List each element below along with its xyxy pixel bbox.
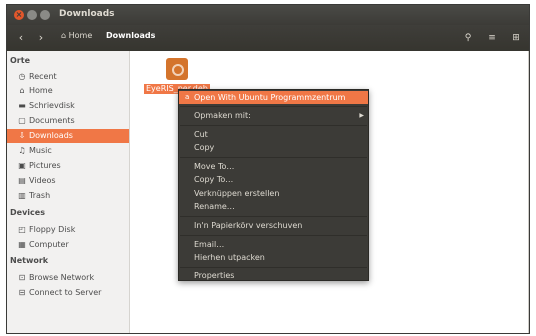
- menu-separator: [180, 267, 367, 268]
- sidebar-item-label: Recent: [29, 72, 57, 81]
- sidebar-heading-devices: Devices: [10, 208, 45, 217]
- sidebar-item-label: Floppy Disk: [29, 225, 76, 234]
- server-icon: ⊟: [18, 288, 26, 297]
- menu-item-open-with-submenu[interactable]: Opmaken mit: ▶: [179, 109, 368, 122]
- sidebar-item-pictures[interactable]: ▣ Pictures: [7, 159, 129, 173]
- sidebar-item-label: Connect to Server: [29, 288, 102, 297]
- menu-item-label: Verknüppen erstellen: [194, 189, 280, 198]
- menu-item-open-with[interactable]: a Open With Ubuntu Programmzentrum: [179, 91, 368, 104]
- breadcrumb-current[interactable]: Downloads: [103, 31, 158, 40]
- forward-icon: ›: [38, 31, 44, 44]
- menu-item-move-to-trash[interactable]: In'n Papierkörv verschuven: [179, 219, 368, 232]
- close-window-button[interactable]: ×: [14, 10, 24, 20]
- sidebar-item-label: Pictures: [29, 161, 61, 170]
- floppy-icon: ◰: [18, 225, 26, 234]
- sidebar-item-home[interactable]: ⌂ Home: [7, 84, 129, 98]
- menu-item-rename[interactable]: Rename…: [179, 200, 368, 213]
- sidebar-item-downloads[interactable]: ⇩ Downloads: [7, 129, 129, 143]
- window-title: Downloads: [59, 9, 115, 19]
- menu-item-copy-to[interactable]: Copy To…: [179, 173, 368, 186]
- menu-item-make-link[interactable]: Verknüppen erstellen: [179, 187, 368, 200]
- sidebar-item-connect-to-server[interactable]: ⊟ Connect to Server: [7, 286, 129, 300]
- home-icon: ⌂: [61, 31, 67, 40]
- sidebar-item-trash[interactable]: ▥ Trash: [7, 189, 129, 203]
- menu-item-label: Email…: [194, 240, 225, 249]
- menu-item-label: Copy: [194, 143, 215, 152]
- sidebar-item-desktop[interactable]: ▬ Schrievdisk: [7, 99, 129, 113]
- scrollbar[interactable]: [528, 51, 529, 333]
- sidebar-heading-places: Orte: [10, 56, 30, 65]
- title-bar: × Downloads: [7, 5, 529, 25]
- deb-package-icon[interactable]: [166, 58, 188, 80]
- sidebar-item-label: Documents: [29, 116, 75, 125]
- menu-item-label: Opmaken mit:: [194, 111, 251, 120]
- menu-item-label: Hierhen utpacken: [194, 253, 265, 262]
- trash-icon: ▥: [18, 191, 26, 200]
- grid-icon: ⊞: [512, 33, 520, 43]
- network-icon: ⊡: [18, 273, 26, 282]
- menu-separator: [180, 235, 367, 236]
- menu-button[interactable]: ≡: [483, 29, 501, 47]
- sidebar-item-floppy-disk[interactable]: ◰ Floppy Disk: [7, 223, 129, 237]
- menu-separator: [180, 106, 367, 107]
- forward-button[interactable]: ›: [33, 30, 49, 46]
- home-icon: ⌂: [19, 86, 25, 95]
- sidebar-item-label: Trash: [29, 191, 51, 200]
- computer-icon: ▦: [18, 240, 26, 249]
- menu-icon: ≡: [488, 33, 496, 43]
- submenu-arrow-icon: ▶: [359, 112, 364, 119]
- camera-icon: ▣: [18, 161, 26, 170]
- menu-item-label: Copy To…: [194, 175, 234, 184]
- film-icon: ▤: [18, 176, 26, 185]
- menu-item-label: Open With Ubuntu Programmzentrum: [194, 93, 346, 102]
- close-icon: ×: [15, 10, 23, 19]
- sidebar-item-label: Schrievdisk: [29, 101, 75, 110]
- breadcrumb-home[interactable]: ⌂ Home: [61, 31, 92, 40]
- menu-item-label: Properties: [194, 271, 235, 280]
- sidebar-item-browse-network[interactable]: ⊡ Browse Network: [7, 271, 129, 285]
- view-grid-button[interactable]: ⊞: [507, 29, 525, 47]
- minimize-window-button[interactable]: [27, 10, 37, 20]
- sidebar-heading-network: Network: [10, 256, 49, 265]
- menu-item-label: Move To…: [194, 162, 235, 171]
- sidebar-item-music[interactable]: ♫ Music: [7, 144, 129, 158]
- menu-separator: [180, 125, 367, 126]
- back-icon: ‹: [18, 31, 24, 44]
- breadcrumb-home-label: Home: [68, 31, 93, 40]
- menu-item-label: In'n Papierkörv verschuven: [194, 221, 303, 230]
- desktop-icon: ▬: [18, 101, 26, 110]
- sidebar-item-label: Browse Network: [29, 273, 95, 282]
- menu-item-cut[interactable]: Cut: [179, 128, 368, 141]
- download-icon: ⇩: [18, 131, 26, 140]
- sidebar-item-label: Computer: [29, 240, 69, 249]
- menu-separator: [180, 157, 367, 158]
- toolbar: ‹ › ⌂ Home Downloads ⚲ ≡ ⊞: [7, 25, 529, 51]
- sidebar: Orte ◷ Recent ⌂ Home ▬ Schrievdisk ▢ Doc…: [7, 51, 130, 333]
- menu-item-properties[interactable]: Properties: [179, 269, 368, 282]
- sidebar-item-label: Home: [29, 86, 53, 95]
- menu-item-label: Cut: [194, 130, 208, 139]
- sidebar-item-videos[interactable]: ▤ Videos: [7, 174, 129, 188]
- sidebar-item-label: Music: [29, 146, 52, 155]
- sidebar-item-documents[interactable]: ▢ Documents: [7, 114, 129, 128]
- menu-separator: [180, 216, 367, 217]
- menu-item-label: Rename…: [194, 202, 235, 211]
- menu-item-extract-here[interactable]: Hierhen utpacken: [179, 251, 368, 264]
- sidebar-item-label: Downloads: [29, 131, 73, 140]
- sidebar-item-recent[interactable]: ◷ Recent: [7, 70, 129, 84]
- music-icon: ♫: [18, 146, 26, 155]
- back-button[interactable]: ‹: [13, 30, 29, 46]
- app-icon: a: [185, 93, 190, 101]
- search-icon: ⚲: [464, 33, 472, 43]
- menu-item-move-to[interactable]: Move To…: [179, 160, 368, 173]
- menu-item-copy[interactable]: Copy: [179, 141, 368, 154]
- maximize-window-button[interactable]: [40, 10, 50, 20]
- context-menu: a Open With Ubuntu Programmzentrum Opmak…: [178, 89, 369, 281]
- recent-icon: ◷: [18, 72, 26, 81]
- sidebar-item-computer[interactable]: ▦ Computer: [7, 238, 129, 252]
- sidebar-item-label: Videos: [29, 176, 56, 185]
- menu-item-email[interactable]: Email…: [179, 238, 368, 251]
- document-icon: ▢: [18, 116, 26, 125]
- search-button[interactable]: ⚲: [459, 29, 477, 47]
